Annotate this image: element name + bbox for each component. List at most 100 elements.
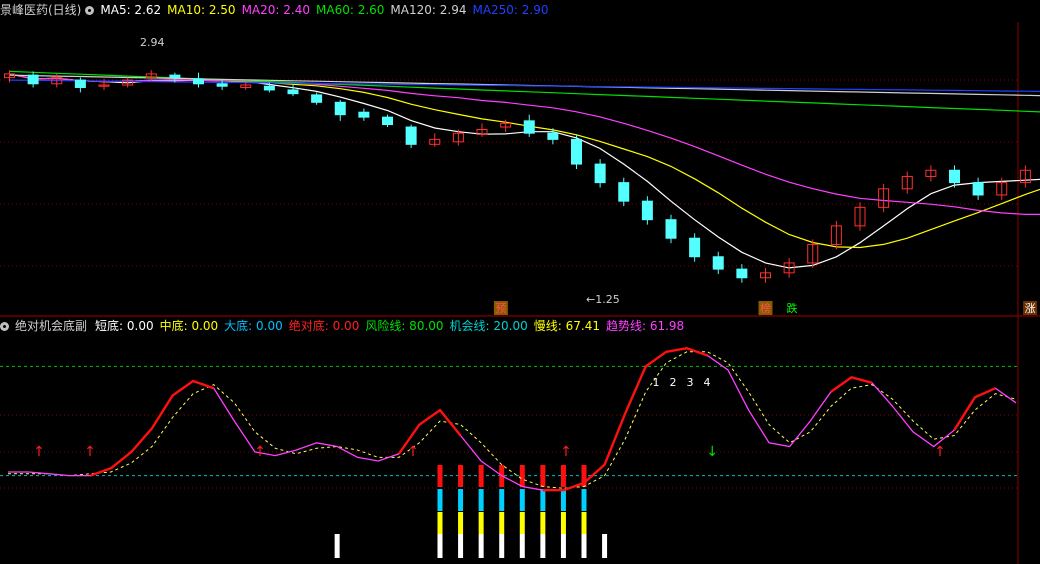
big-bottom-bar — [478, 489, 484, 511]
signal-marker-3: 涨 — [1025, 302, 1036, 315]
big-bottom-bar — [581, 489, 587, 511]
big-bottom-bar — [519, 489, 525, 511]
main-indicator-list: MA5: 2.62 MA10: 2.50 MA20: 2.40 MA60: 2.60 M… — [100, 3, 554, 17]
big-bottom-bar — [458, 489, 464, 511]
sub-indicator-7: 趋势线: 61.98 — [605, 319, 685, 333]
absolute-bottom-bar — [458, 465, 464, 487]
down-arrow-icon: ↓ — [706, 444, 718, 460]
main-indicator-3: MA60: 2.60 — [316, 3, 385, 17]
candle-body — [523, 120, 535, 134]
sub-indicator-4: 风险线: 80.00 — [365, 319, 444, 333]
main-panel-header: 景峰医药(日线) MA5: 2.62 MA10: 2.50 MA20: 2.40 MA6… — [0, 2, 561, 18]
candle-body — [594, 163, 606, 184]
big-bottom-bar — [560, 489, 566, 511]
trend-rising-segment — [542, 346, 708, 492]
main-indicator-2: MA20: 2.40 — [241, 3, 310, 17]
step-label-1: 1 — [653, 376, 660, 389]
sub-indicator-0: 短底: 0.00 — [95, 319, 154, 333]
mid-bottom-bar — [458, 512, 464, 534]
candle-body — [382, 116, 393, 126]
step-label-3: 3 — [687, 376, 694, 389]
short-bottom-bar — [560, 534, 566, 558]
ma5-line — [9, 73, 1040, 269]
candle-body — [712, 256, 724, 270]
gear-icon[interactable] — [0, 322, 9, 331]
short-bottom-bar — [458, 534, 464, 558]
high-price-label: 2.94 — [140, 36, 165, 49]
sub-indicator-5: 机会线: 20.00 — [449, 319, 528, 333]
sub-indicator-3: 绝对底: 0.00 — [288, 319, 360, 333]
sub-indicator-2: 大底: 0.00 — [224, 319, 283, 333]
signal-marker-0: 预 — [495, 302, 506, 315]
bottom-signal-bars — [334, 465, 608, 558]
main-indicator-1: MA10: 2.50 — [167, 3, 236, 17]
short-bottom-bar — [519, 534, 525, 558]
signal-markers: 预榜跌涨 — [493, 301, 1038, 315]
trend-rising-segment — [89, 379, 215, 477]
oscillator-annotations: ↑ ↑ ↑ ↑ ↑ ↑ ↓ 1 2 3 4 — [33, 376, 946, 460]
candle-body — [287, 89, 299, 95]
big-bottom-bar — [499, 489, 505, 511]
sub-panel-title: 绝对机会底副 — [15, 319, 88, 333]
candle-body — [27, 74, 39, 85]
candle-body — [216, 83, 228, 87]
candle-body — [641, 200, 653, 221]
absolute-bottom-bar — [560, 465, 566, 487]
signal-marker-2: 跌 — [786, 301, 797, 315]
candle-body — [193, 78, 204, 85]
mid-bottom-bar — [437, 512, 443, 534]
candle-body — [689, 237, 701, 258]
short-bottom-bar — [334, 534, 340, 558]
up-arrow-icon: ↑ — [254, 444, 266, 460]
slow-line — [8, 351, 1017, 489]
candle-body — [263, 85, 275, 91]
up-arrow-icon: ↑ — [84, 444, 96, 460]
sub-indicator-1: 中底: 0.00 — [159, 319, 219, 333]
short-bottom-bar — [499, 534, 505, 558]
step-label-4: 4 — [704, 376, 711, 389]
main-panel-grid — [0, 22, 1019, 316]
candle-body — [618, 182, 630, 202]
mid-bottom-bar — [519, 512, 525, 534]
up-arrow-icon: ↑ — [560, 444, 572, 460]
candlesticks — [4, 70, 1031, 283]
short-bottom-bar — [437, 534, 443, 558]
low-price-label: ←1.25 — [586, 293, 620, 306]
candle-body — [949, 169, 960, 184]
up-arrow-icon: ↑ — [33, 444, 45, 460]
mid-bottom-bar — [581, 512, 587, 534]
ma20-line — [9, 73, 1040, 215]
sub-indicator-6: 慢线: 67.41 — [533, 319, 600, 333]
absolute-bottom-bar — [519, 465, 525, 487]
moving-average-lines — [9, 70, 1040, 269]
candle-body — [169, 74, 181, 79]
stock-chart: 2.94 ←1.25 预 榜 跌 涨 ↑ ↑ ↑ ↑ ↑ ↑ ↓ 1 2 3 4 — [0, 22, 1040, 564]
mid-bottom-bar — [540, 512, 546, 534]
candle-body — [547, 132, 559, 140]
price-annotations: 2.94 ←1.25 — [140, 36, 620, 306]
oscillator-lines — [8, 346, 1017, 492]
short-bottom-bar — [581, 534, 587, 558]
mid-bottom-bar — [560, 512, 566, 534]
absolute-bottom-bar — [437, 465, 443, 487]
main-panel-title: 景峰医药(日线) — [0, 3, 82, 17]
trend-rising-segment — [953, 387, 996, 431]
trend-rising-segment — [830, 375, 873, 393]
up-arrow-icon: ↑ — [407, 444, 419, 460]
candle-body — [665, 219, 677, 239]
absolute-bottom-bar — [478, 465, 484, 487]
big-bottom-bar — [437, 489, 443, 511]
signal-marker-1: 榜 — [760, 301, 771, 315]
absolute-bottom-bar — [540, 465, 546, 487]
candle-body — [571, 138, 582, 165]
sub-indicator-list: 短底: 0.00 中底: 0.00 大底: 0.00 绝对底: 0.00 风险线: 80… — [95, 319, 690, 333]
big-bottom-bar — [540, 489, 546, 511]
main-indicator-4: MA120: 2.94 — [390, 3, 467, 17]
main-indicator-0: MA5: 2.62 — [100, 3, 162, 17]
sub-panel-header: 绝对机会底副 短底: 0.00 中底: 0.00 大底: 0.00 绝对底: 0.00 风… — [0, 318, 696, 334]
gear-icon[interactable] — [85, 6, 95, 15]
candle-body — [972, 182, 984, 196]
ma10-line — [9, 73, 1040, 249]
step-label-2: 2 — [670, 376, 677, 389]
candle-body — [334, 101, 346, 116]
